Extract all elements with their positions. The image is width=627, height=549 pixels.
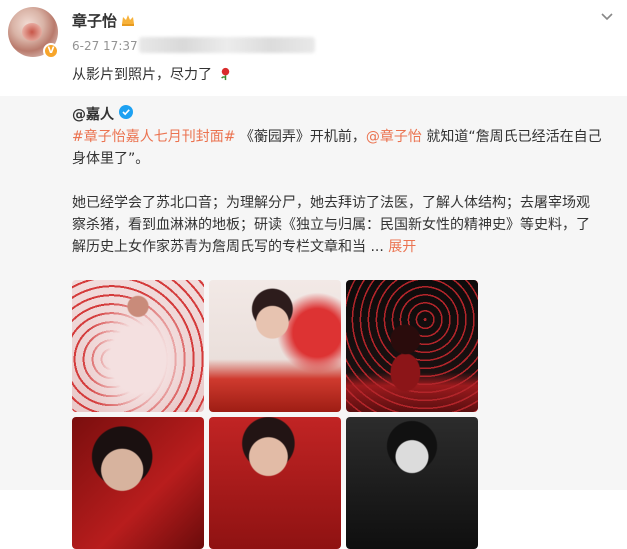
verified-badge-icon: V <box>43 43 59 59</box>
post-text-content: 从影片到照片，尽力了 <box>72 67 212 83</box>
repost-paragraph-1: #章子怡嘉人七月刊封面# 《蘅园弄》开机前，@章子怡 就知道“詹周氏已经活在自己… <box>72 126 602 170</box>
photo-thumbnail-5[interactable] <box>209 417 341 549</box>
hashtag-link[interactable]: #章子怡嘉人七月刊封面# <box>72 129 235 145</box>
photo-thumbnail-2[interactable] <box>209 280 341 412</box>
rose-icon <box>221 67 230 81</box>
mention-link[interactable]: @章子怡 <box>366 129 422 145</box>
photo-thumbnail-1[interactable] <box>72 280 204 412</box>
repost-paragraph-2: 她已经学会了苏北口音；为理解分尸，她去拜访了法医，了解人体结构；去屠宰场观察杀猪… <box>72 192 602 258</box>
crown-icon <box>122 15 134 26</box>
photo-thumbnail-3[interactable] <box>346 280 478 412</box>
chevron-down-icon[interactable] <box>599 8 615 24</box>
repost-author[interactable]: @嘉人 <box>72 104 114 124</box>
repost-body: #章子怡嘉人七月刊封面# 《蘅园弄》开机前，@章子怡 就知道“詹周氏已经活在自己… <box>72 126 602 258</box>
blurred-source <box>139 37 315 53</box>
post-time[interactable]: 6-27 17:37 <box>72 39 138 53</box>
repost-card[interactable]: @嘉人 #章子怡嘉人七月刊封面# 《蘅园弄》开机前，@章子怡 就知道“詹周氏已经… <box>0 96 627 549</box>
repost-text-3: 她已经学会了苏北口音；为理解分尸，她去拜访了法医，了解人体结构；去屠宰场观察杀猪… <box>72 195 590 255</box>
expand-link[interactable]: 展开 <box>388 239 416 255</box>
photo-thumbnail-6[interactable] <box>346 417 478 549</box>
repost-text-1: 《蘅园弄》开机前， <box>235 129 366 145</box>
post-author[interactable]: 章子怡 <box>72 10 117 31</box>
photo-thumbnail-4[interactable] <box>72 417 204 549</box>
post-text: 从影片到照片，尽力了 <box>72 64 233 84</box>
verified-blue-icon <box>119 105 133 119</box>
